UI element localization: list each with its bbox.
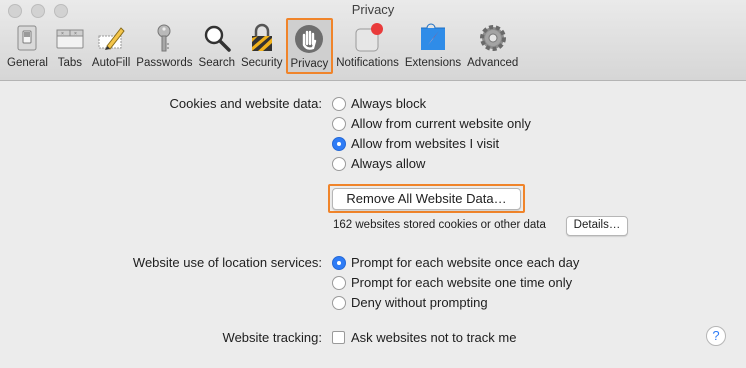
general-switch-icon — [17, 25, 37, 51]
privacy-pane: Cookies and website data: Always block A… — [0, 81, 746, 368]
tab-privacy[interactable]: Privacy — [285, 18, 334, 74]
tab-extensions[interactable]: Extensions — [402, 20, 464, 74]
location-option-one-time-only[interactable]: Prompt for each website one time only — [332, 275, 572, 290]
preferences-toolbar: General × × Tabs AutoFill Passwords Sear… — [4, 18, 521, 74]
title-bar: Privacy General × × Tabs AutoFill Passwo… — [0, 0, 746, 81]
tab-general[interactable]: General — [4, 20, 51, 74]
radio-deny-without-prompting[interactable] — [332, 295, 346, 310]
security-padlock-icon — [251, 23, 272, 51]
tab-tabs-label: Tabs — [57, 57, 83, 69]
magnifier-icon — [204, 25, 231, 52]
notifications-badge-icon — [355, 23, 383, 52]
tab-passwords[interactable]: Passwords — [133, 20, 195, 74]
cookies-label: Cookies and website data: — [169, 96, 322, 111]
extensions-compass-icon — [420, 23, 445, 50]
cookies-option-websites-visited[interactable]: Allow from websites I visit — [332, 136, 499, 151]
safari-preferences-window: Privacy General × × Tabs AutoFill Passwo… — [0, 0, 746, 368]
location-option-label: Prompt for each website once each day — [351, 255, 580, 270]
location-option-deny[interactable]: Deny without prompting — [332, 295, 488, 310]
help-button[interactable]: ? — [706, 326, 726, 346]
radio-websites-i-visit[interactable] — [332, 136, 346, 151]
cookies-option-label: Allow from websites I visit — [351, 136, 500, 151]
key-icon — [157, 24, 171, 52]
tab-autofill-label: AutoFill — [91, 57, 131, 69]
tab-notifications-label: Notifications — [336, 57, 399, 69]
autofill-pencil-icon — [98, 27, 125, 50]
tab-security-label: Security — [240, 57, 283, 69]
radio-prompt-one-time-only[interactable] — [332, 275, 346, 290]
cookies-option-always-block[interactable]: Always block — [332, 96, 426, 111]
radio-current-website-only[interactable] — [332, 116, 346, 131]
advanced-gear-icon — [479, 25, 506, 51]
tab-extensions-label: Extensions — [404, 57, 462, 69]
location-option-label: Prompt for each website one time only — [351, 275, 573, 290]
tab-general-label: General — [7, 57, 48, 69]
location-label: Website use of location services: — [132, 255, 322, 270]
tracking-label: Website tracking: — [222, 330, 322, 345]
location-option-once-each-day[interactable]: Prompt for each website once each day — [332, 255, 579, 270]
tabs-icon: × × — [56, 29, 84, 49]
tab-search-label: Search — [198, 57, 235, 69]
radio-always-block[interactable] — [332, 96, 346, 111]
tab-security[interactable]: Security — [238, 20, 286, 74]
tab-tabs[interactable]: × × Tabs — [51, 20, 89, 74]
tab-autofill[interactable]: AutoFill — [89, 20, 133, 74]
svg-text:×: × — [61, 31, 64, 37]
details-button[interactable]: Details… — [566, 216, 628, 236]
radio-always-allow[interactable] — [332, 156, 346, 171]
tab-notifications[interactable]: Notifications — [333, 20, 402, 74]
radio-prompt-once-each-day[interactable] — [332, 255, 346, 270]
location-option-label: Deny without prompting — [351, 295, 488, 310]
cookies-option-label: Always allow — [351, 156, 426, 171]
do-not-track-label: Ask websites not to track me — [351, 330, 517, 345]
cookies-option-current-only[interactable]: Allow from current website only — [332, 116, 531, 131]
cookies-option-always-allow[interactable]: Always allow — [332, 156, 425, 171]
cookies-option-label: Allow from current website only — [351, 116, 531, 131]
tab-passwords-label: Passwords — [136, 57, 193, 69]
window-title: Privacy — [351, 2, 395, 17]
do-not-track-option[interactable]: Ask websites not to track me — [332, 330, 516, 345]
do-not-track-checkbox[interactable] — [332, 331, 345, 344]
tab-search[interactable]: Search — [196, 20, 238, 74]
cookies-option-label: Always block — [351, 96, 427, 111]
tab-advanced-label: Advanced — [467, 57, 519, 69]
tab-advanced[interactable]: Advanced — [464, 20, 521, 74]
tab-privacy-label: Privacy — [290, 58, 329, 70]
privacy-hand-icon — [295, 25, 324, 53]
remove-all-website-data-button[interactable]: Remove All Website Data… — [332, 188, 521, 210]
stored-cookies-count: 162 websites stored cookies or other dat… — [333, 219, 546, 231]
svg-text:×: × — [74, 31, 77, 37]
